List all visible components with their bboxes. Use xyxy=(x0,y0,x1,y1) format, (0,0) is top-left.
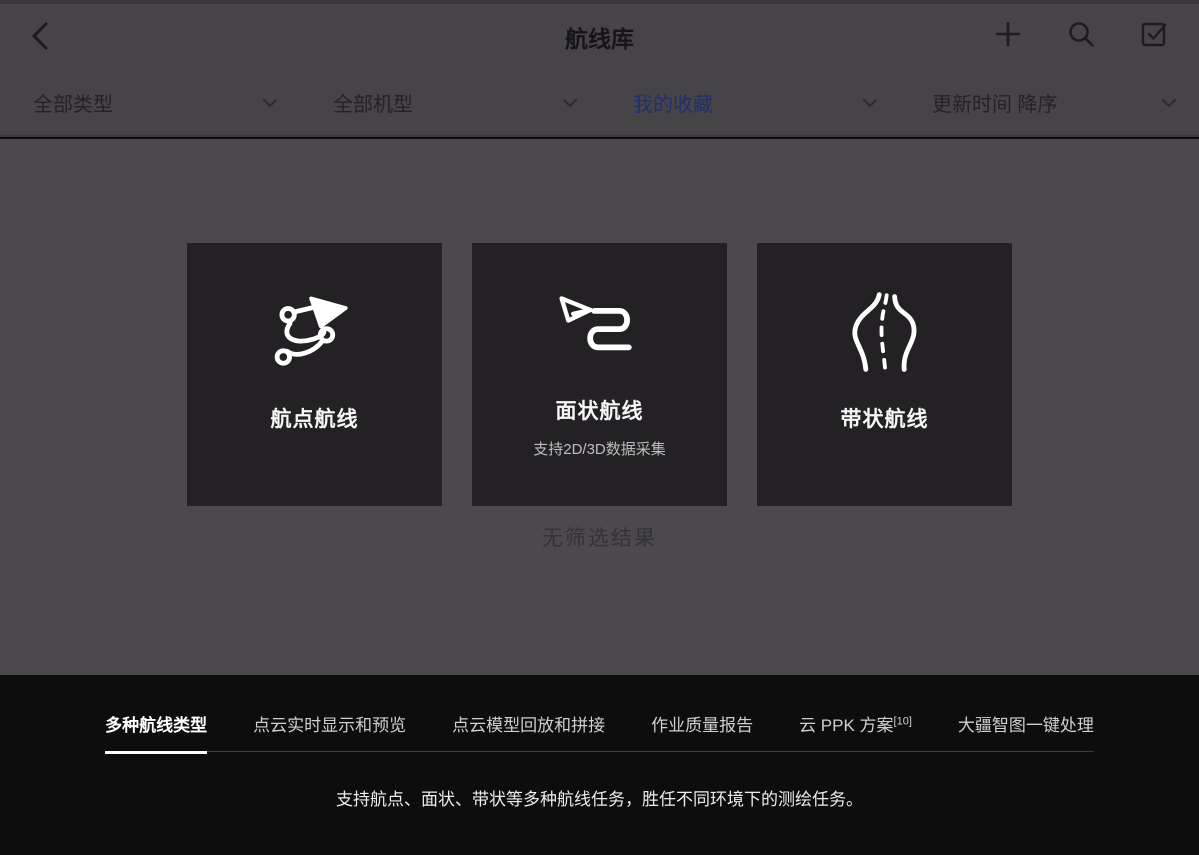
filter-label: 更新时间 降序 xyxy=(932,88,1058,117)
card-title: 带状航线 xyxy=(841,403,929,433)
chevron-down-icon xyxy=(862,98,878,108)
card-subtitle: 支持2D/3D数据采集 xyxy=(533,438,666,459)
card-title: 面状航线 xyxy=(556,395,644,425)
tab-label: 大疆智图一键处理 xyxy=(958,716,1094,735)
tab-label: 云 PPK 方案 xyxy=(799,716,893,735)
tab-label: 点云实时显示和预览 xyxy=(253,716,406,735)
card-title: 航点航线 xyxy=(271,403,359,433)
card-corridor-route[interactable]: 带状航线 xyxy=(757,243,1012,506)
corridor-route-icon xyxy=(837,285,933,381)
search-button[interactable] xyxy=(1064,17,1098,51)
empty-result-text: 无筛选结果 xyxy=(0,522,1199,552)
feature-description: 支持航点、面状、带状等多种航线任务，胜任不同环境下的测绘任务。 xyxy=(0,785,1199,810)
filter-all-types[interactable]: 全部类型 xyxy=(0,70,300,135)
top-bar: 航线库 xyxy=(0,0,1199,70)
tab-label: 点云模型回放和拼接 xyxy=(452,716,605,735)
tab-terra-one-click[interactable]: 大疆智图一键处理 xyxy=(958,711,1094,736)
tab-pointcloud-live-preview[interactable]: 点云实时显示和预览 xyxy=(253,711,406,736)
content-area: 航点航线 面状航线 支持2D/3D数据采集 带状航线 xyxy=(0,139,1199,675)
waypoint-route-icon xyxy=(267,285,363,381)
filter-my-favorites[interactable]: 我的收藏 xyxy=(600,70,900,135)
tab-quality-report[interactable]: 作业质量报告 xyxy=(651,711,753,736)
tab-cloud-ppk[interactable]: 云 PPK 方案[10] xyxy=(799,711,912,736)
filter-label: 我的收藏 xyxy=(633,88,713,117)
tab-label: 多种航线类型 xyxy=(105,716,207,735)
feature-tabs: 多种航线类型 点云实时显示和预览 点云模型回放和拼接 作业质量报告 云 PPK … xyxy=(0,711,1199,752)
multi-select-button[interactable] xyxy=(1137,17,1171,51)
tab-pointcloud-replay-merge[interactable]: 点云模型回放和拼接 xyxy=(452,711,605,736)
card-waypoint-route[interactable]: 航点航线 xyxy=(187,243,442,506)
chevron-down-icon xyxy=(262,98,278,108)
area-route-icon xyxy=(552,285,648,381)
filter-bar: 全部类型 全部机型 我的收藏 更新时间 降序 xyxy=(0,70,1199,137)
filter-all-aircraft-models[interactable]: 全部机型 xyxy=(300,70,600,135)
search-icon xyxy=(1067,20,1095,48)
route-library-screen: 航线库 xyxy=(0,0,1199,855)
filter-sort-update-time-desc[interactable]: 更新时间 降序 xyxy=(899,70,1199,135)
filter-label: 全部类型 xyxy=(33,88,113,117)
chevron-down-icon xyxy=(562,98,578,108)
tab-route-types[interactable]: 多种航线类型 xyxy=(105,711,207,736)
add-route-button[interactable] xyxy=(991,17,1025,51)
card-area-route[interactable]: 面状航线 支持2D/3D数据采集 xyxy=(472,243,727,506)
top-actions xyxy=(991,17,1171,51)
filter-label: 全部机型 xyxy=(333,88,413,117)
plus-icon xyxy=(993,19,1023,49)
multi-select-checkbox-icon xyxy=(1140,20,1168,48)
tab-superscript: [10] xyxy=(894,715,912,727)
feature-panel: 多种航线类型 点云实时显示和预览 点云模型回放和拼接 作业质量报告 云 PPK … xyxy=(0,675,1199,855)
tab-label: 作业质量报告 xyxy=(651,716,753,735)
chevron-down-icon xyxy=(1161,98,1177,108)
